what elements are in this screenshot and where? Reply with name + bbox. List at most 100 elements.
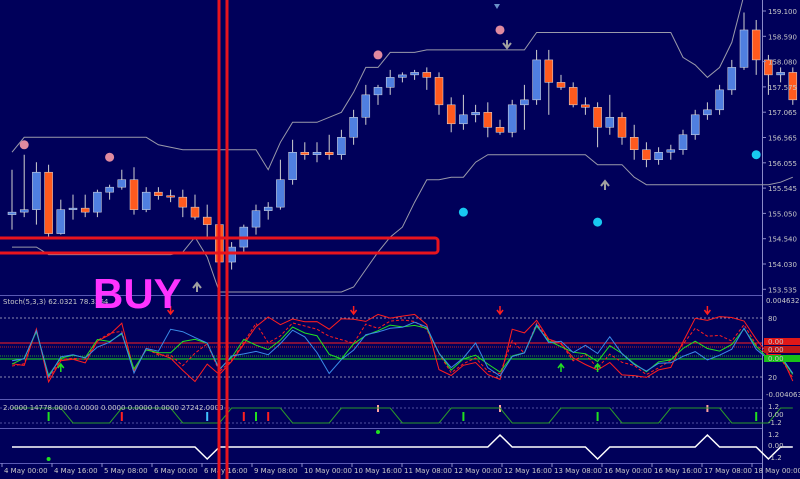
- time-tick-label: 5 May 08:00: [104, 467, 148, 475]
- bull-candle: [715, 89, 724, 111]
- time-axis-labels: 4 May 00:00 4 May 16:00 5 May 08:00 6 May 0…: [1, 463, 800, 475]
- time-tick-label: 9 May 08:00: [254, 467, 298, 475]
- bull-candle: [312, 151, 322, 155]
- buy-signal-dot: [593, 217, 603, 227]
- stoch-bottom-value: -0.004063: [766, 391, 800, 399]
- level-tag-green-text: 0.00: [768, 355, 784, 363]
- down-arrow-icon: [502, 40, 512, 50]
- candlestick-series: [7, 12, 798, 275]
- bull-candle: [703, 109, 712, 116]
- buy-label: BUY: [93, 270, 182, 317]
- bear-candle: [154, 191, 163, 196]
- bear-candle: [617, 117, 627, 138]
- bull-candle: [117, 179, 127, 188]
- up-arrow-icon: [557, 362, 565, 372]
- stoch-level-20-label: 20: [768, 374, 777, 382]
- bull-candle: [276, 179, 285, 208]
- bull-candle: [690, 114, 700, 136]
- bear-candle: [422, 72, 432, 78]
- stoch-signal-line: [11, 319, 794, 380]
- price-tick-label: 157.065: [768, 109, 797, 117]
- bear-candle: [178, 196, 188, 208]
- bear-candle: [324, 151, 334, 155]
- bear-candle: [80, 207, 90, 213]
- price-tick-label: 155.050: [768, 210, 797, 218]
- down-arrow-icon: [350, 306, 358, 316]
- time-tick-label: 18 May 00:00: [754, 467, 800, 475]
- envelope-lines: [11, 0, 793, 293]
- price-tick-label: 153.535: [768, 286, 797, 294]
- bull-candle: [337, 137, 346, 155]
- signal-header: 2.0000 14778.0000 0.0000 0.0000 0.0000 0…: [3, 404, 223, 412]
- bull-candle: [227, 246, 236, 263]
- sell-signal-dot: [19, 140, 29, 150]
- time-tick-label: 10 May 00:00: [304, 467, 352, 475]
- level-tag-red-text: 0.00: [768, 338, 784, 346]
- level-tag-red2-text: 0.00: [768, 346, 784, 354]
- bear-candle: [300, 151, 310, 155]
- bull-candle: [373, 87, 383, 96]
- price-tick-label: 157.575: [768, 84, 797, 92]
- bear-candle: [202, 216, 212, 225]
- sell-signal-dot: [105, 152, 115, 162]
- bull-candle: [105, 186, 114, 193]
- price-tick-label: 154.540: [768, 236, 797, 244]
- bear-candle: [190, 206, 200, 218]
- bottom-signal-line: [12, 433, 793, 461]
- down-arrow-icon: [496, 306, 504, 316]
- buy-signal-dot: [458, 207, 468, 217]
- bear-candle: [129, 179, 139, 210]
- bear-candle: [446, 104, 456, 125]
- time-tick-label: 16 May 16:00: [654, 467, 702, 475]
- bottom-dot: [376, 430, 380, 434]
- bull-candle: [361, 94, 371, 118]
- bull-candle: [68, 207, 78, 210]
- stoch-top-value: 0.004632: [766, 297, 799, 305]
- bear-candle: [556, 82, 566, 88]
- bull-candle: [398, 74, 407, 78]
- sell-signal-dot: [495, 25, 505, 35]
- signal-level-bottom-label: -1.2: [768, 419, 782, 427]
- bear-candle: [434, 77, 444, 106]
- bear-candle: [581, 104, 590, 108]
- bull-candle: [263, 206, 273, 211]
- bull-candle: [605, 117, 615, 128]
- bear-candle: [642, 149, 651, 160]
- bull-candle: [19, 209, 29, 213]
- bear-candle: [629, 137, 639, 150]
- bear-candle: [544, 59, 554, 83]
- bear-candle: [495, 127, 505, 133]
- price-chart-svg[interactable]: 159.100 158.590 158.080 157.575 157.065 156.5…: [0, 0, 800, 479]
- price-tick-label: 155.545: [768, 185, 797, 193]
- buy-signal-dot: [751, 150, 761, 160]
- price-tick-label: 159.100: [768, 8, 797, 16]
- stoch-main-line: [11, 313, 794, 384]
- time-tick-label: 10 May 16:00: [354, 467, 402, 475]
- bull-candle: [507, 104, 517, 133]
- price-tick-label: 156.055: [768, 160, 797, 168]
- stoch-level-80-label: 80: [768, 315, 777, 323]
- price-arrows: [192, 4, 610, 292]
- bull-candle: [93, 191, 102, 213]
- bear-candle: [166, 195, 175, 198]
- time-tick-label: 16 May 00:00: [604, 467, 652, 475]
- time-tick-label: 17 May 08:00: [704, 467, 752, 475]
- bear-candle: [44, 171, 53, 234]
- bull-candle: [727, 67, 737, 91]
- bull-candle: [7, 211, 17, 215]
- bottom-dot: [46, 457, 51, 461]
- bull-candle: [251, 210, 261, 228]
- price-tick-label: 156.565: [768, 135, 797, 143]
- bull-candle: [32, 171, 41, 210]
- signal-level-mid-label: 0.00: [768, 411, 784, 419]
- time-tick-label: 4 May 00:00: [4, 467, 48, 475]
- up-arrow-icon: [600, 179, 610, 190]
- bull-candle: [739, 29, 749, 68]
- down-triangle-icon: [494, 4, 500, 9]
- bottom-level-top-label: 1.2: [768, 431, 779, 439]
- down-arrow-icon: [703, 306, 711, 316]
- time-tick-label: 12 May 16:00: [504, 467, 552, 475]
- bull-candle: [654, 151, 663, 160]
- price-tick-label: 158.590: [768, 33, 797, 41]
- bull-candle: [141, 191, 151, 210]
